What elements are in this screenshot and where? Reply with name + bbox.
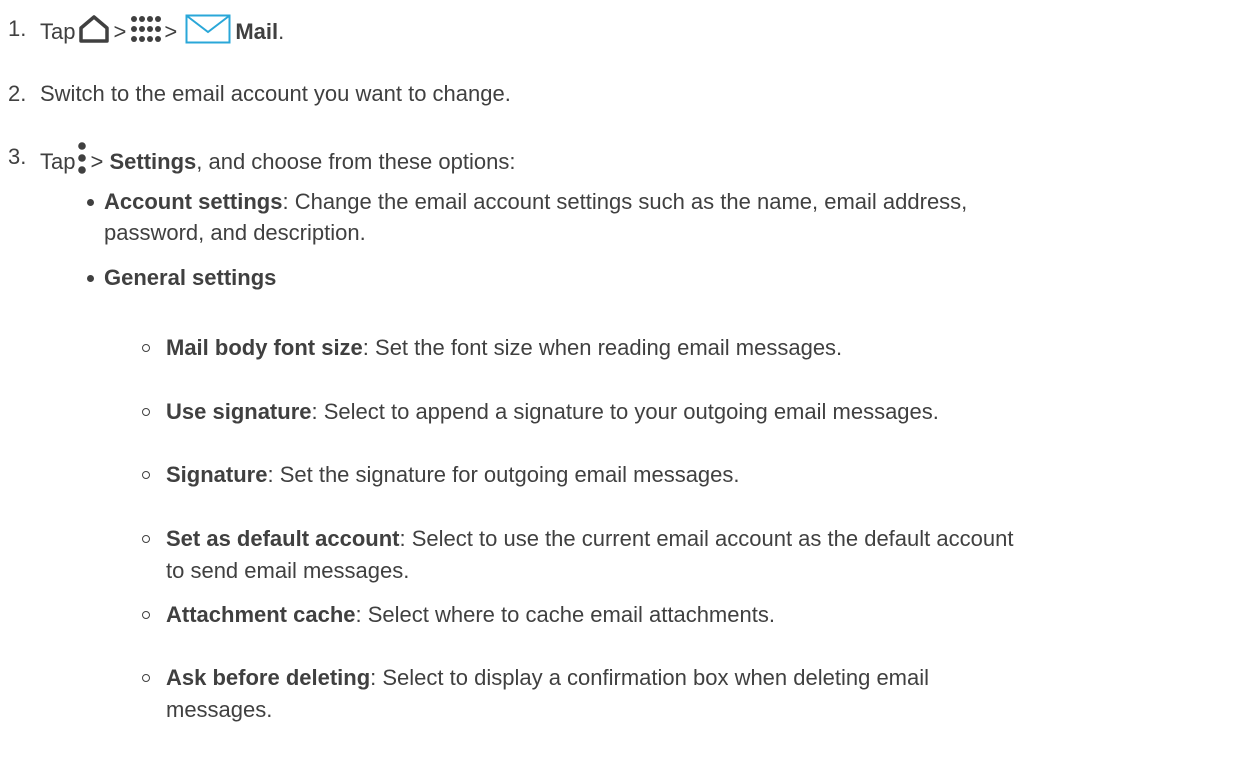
home-icon (77, 14, 111, 52)
general-item: Ask before deleting: Select to display a… (166, 663, 929, 693)
general-item-cont: to send email messages. (166, 558, 410, 583)
sub-bullet (142, 535, 150, 543)
item-term: Use signature (166, 399, 312, 424)
apps-grid-icon (128, 14, 162, 52)
separator: > (113, 18, 127, 44)
bullet (87, 275, 94, 282)
sub-bullet (142, 674, 150, 682)
sub-bullet (142, 471, 150, 479)
sub-bullet (142, 408, 150, 416)
step-text: Tap (40, 148, 76, 174)
sub-bullet (142, 344, 150, 352)
item-term: Attachment cache (166, 602, 356, 627)
bullet (87, 199, 94, 206)
item-desc: : Select to display a confirmation box w… (370, 665, 930, 690)
item-desc: : Select to use the current email accoun… (399, 526, 1014, 551)
overflow-menu-icon (76, 142, 88, 184)
step-2: Switch to the email account you want to … (40, 81, 511, 106)
option-account-settings: Account settings: Change the email accou… (104, 187, 967, 217)
step-number: 2. (8, 81, 27, 106)
option-term: General settings (104, 265, 277, 290)
item-desc: : Select where to cache email attachment… (355, 602, 775, 627)
step-1: Tap > > Mail. (40, 14, 284, 52)
general-item: Attachment cache: Select where to cache … (166, 600, 775, 630)
item-desc: : Set the font size when reading email m… (362, 335, 843, 360)
punctuation: . (278, 18, 285, 44)
option-desc: : Change the email account settings such… (282, 189, 968, 214)
app-name: Mail (235, 18, 279, 44)
item-desc: : Set the signature for outgoing email m… (267, 462, 740, 487)
mail-envelope-icon (185, 14, 231, 52)
item-term: Signature (166, 462, 268, 487)
general-item: Use signature: Select to append a signat… (166, 397, 939, 427)
step-text: , and choose from these options: (196, 148, 516, 174)
item-desc: : Select to append a signature to your o… (311, 399, 939, 424)
item-term: Ask before deleting (166, 665, 371, 690)
step-number: 3. (8, 144, 27, 169)
step-text: Tap (40, 18, 76, 44)
step-number: 1. (8, 16, 27, 41)
general-item: Mail body font size: Set the font size w… (166, 333, 842, 363)
option-term: Account settings (104, 189, 283, 214)
general-item-cont: messages. (166, 697, 273, 722)
item-term: Set as default account (166, 526, 400, 551)
general-item: Signature: Set the signature for outgoin… (166, 460, 740, 490)
settings-label: Settings (109, 148, 197, 174)
separator: > (90, 148, 104, 174)
step-3: Tap > Settings, and choose from these opt… (40, 142, 515, 184)
option-account-settings-cont: password, and description. (104, 220, 366, 245)
general-item: Set as default account: Select to use th… (166, 524, 1013, 554)
item-term: Mail body font size (166, 335, 363, 360)
sub-bullet (142, 611, 150, 619)
separator: > (164, 18, 178, 44)
option-general-settings: General settings (104, 263, 276, 293)
